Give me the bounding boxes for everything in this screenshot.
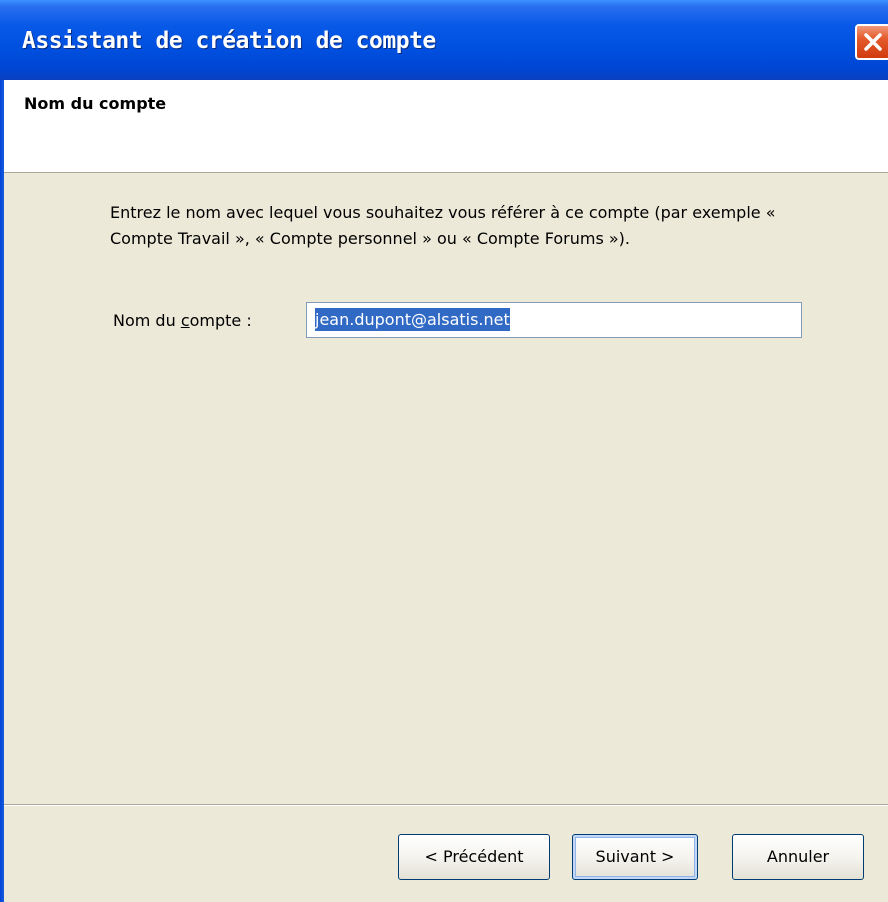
footer-separator (4, 804, 888, 806)
close-button[interactable] (855, 24, 888, 60)
wizard-header: Nom du compte (4, 80, 888, 173)
account-name-label-pre: Nom du (113, 311, 181, 330)
account-name-label: Nom du compte : (113, 311, 252, 330)
next-button[interactable]: Suivant > (572, 834, 698, 880)
close-icon (864, 33, 882, 51)
account-name-input[interactable]: jean.dupont@alsatis.net (306, 302, 802, 338)
wizard-content: Entrez le nom avec lequel vous souhaitez… (4, 173, 888, 803)
wizard-window: Assistant de création de compte Nom du c… (0, 0, 888, 902)
account-name-value: jean.dupont@alsatis.net (315, 308, 510, 331)
page-title: Nom du compte (24, 94, 167, 113)
account-name-label-post: ompte : (189, 311, 252, 330)
previous-button[interactable]: < Précédent (398, 834, 550, 880)
window-title: Assistant de création de compte (22, 28, 436, 54)
account-name-label-accelerator: c (180, 311, 190, 330)
instruction-text: Entrez le nom avec lequel vous souhaitez… (110, 203, 776, 248)
cancel-button[interactable]: Annuler (732, 834, 864, 880)
title-bar[interactable]: Assistant de création de compte (0, 0, 888, 80)
